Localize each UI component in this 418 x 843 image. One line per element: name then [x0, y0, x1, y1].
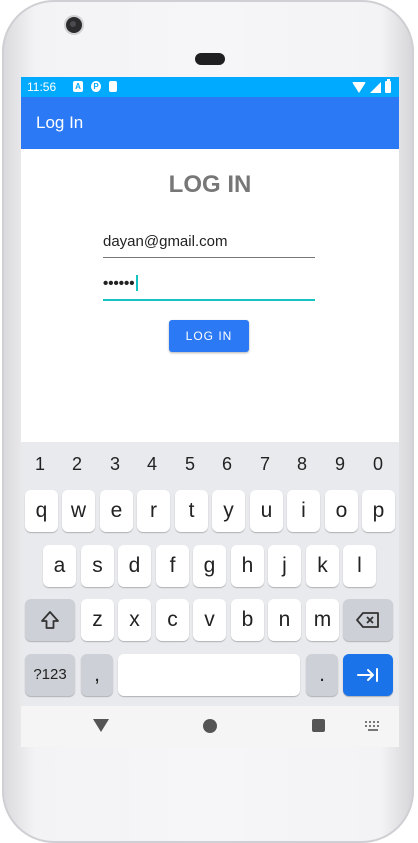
phone-screen: 11:56 A P Log In LOG IN dayan@gmail.com … [21, 77, 399, 747]
key-x[interactable]: x [118, 599, 151, 641]
soft-keyboard: 1 2 3 4 5 6 7 8 9 0 q w e r t y u i o p [21, 442, 399, 706]
key-f[interactable]: f [156, 545, 189, 587]
recents-icon[interactable] [312, 719, 325, 732]
key-p[interactable]: p [362, 490, 395, 532]
system-nav-bar [21, 706, 399, 747]
email-field[interactable]: dayan@gmail.com [103, 233, 315, 258]
shift-key[interactable] [25, 599, 75, 641]
phone-frame: 11:56 A P Log In LOG IN dayan@gmail.com … [2, 0, 414, 843]
notification-p-icon: P [91, 81, 101, 92]
next-field-key[interactable] [343, 654, 393, 696]
key-2[interactable]: 2 [65, 454, 89, 475]
key-6[interactable]: 6 [215, 454, 239, 475]
key-s[interactable]: s [81, 545, 114, 587]
key-n[interactable]: n [268, 599, 301, 641]
key-0[interactable]: 0 [366, 454, 390, 475]
key-w[interactable]: w [62, 490, 95, 532]
key-r[interactable]: r [137, 490, 170, 532]
key-h[interactable]: h [231, 545, 264, 587]
earpiece-speaker [195, 53, 225, 65]
login-form: LOG IN dayan@gmail.com •••••• LOG IN [21, 149, 399, 442]
notification-a-icon: A [73, 81, 83, 92]
symbols-key[interactable]: ?123 [25, 654, 75, 696]
key-g[interactable]: g [193, 545, 226, 587]
backspace-icon [356, 612, 379, 629]
key-v[interactable]: v [193, 599, 226, 641]
key-7[interactable]: 7 [253, 454, 277, 475]
key-m[interactable]: m [306, 599, 339, 641]
key-l[interactable]: l [343, 545, 376, 587]
email-value: dayan@gmail.com [103, 233, 228, 250]
password-value: •••••• [103, 275, 135, 292]
key-t[interactable]: t [175, 490, 208, 532]
period-key[interactable]: . [306, 654, 338, 696]
home-icon[interactable] [203, 719, 217, 733]
key-a[interactable]: a [43, 545, 76, 587]
sd-card-icon [109, 81, 117, 92]
page-title: LOG IN [168, 171, 252, 198]
key-o[interactable]: o [325, 490, 358, 532]
key-8[interactable]: 8 [290, 454, 314, 475]
key-9[interactable]: 9 [328, 454, 352, 475]
keyboard-switch-icon[interactable] [365, 721, 381, 731]
back-icon[interactable] [93, 719, 109, 732]
key-i[interactable]: i [287, 490, 320, 532]
key-e[interactable]: e [100, 490, 133, 532]
login-button[interactable]: LOG IN [169, 320, 249, 352]
signal-icon [370, 81, 381, 93]
key-j[interactable]: j [268, 545, 301, 587]
key-c[interactable]: c [156, 599, 189, 641]
key-4[interactable]: 4 [140, 454, 164, 475]
password-field[interactable]: •••••• [103, 275, 315, 301]
key-u[interactable]: u [250, 490, 283, 532]
status-right-icons [352, 79, 391, 94]
key-b[interactable]: b [231, 599, 264, 641]
status-bar: 11:56 A P [21, 77, 399, 97]
key-5[interactable]: 5 [178, 454, 202, 475]
key-1[interactable]: 1 [28, 454, 52, 475]
backspace-key[interactable] [343, 599, 393, 641]
camera-icon [66, 17, 82, 33]
text-cursor [135, 275, 138, 291]
app-bar: Log In [21, 97, 399, 149]
app-bar-title: Log In [36, 113, 84, 132]
key-d[interactable]: d [118, 545, 151, 587]
number-row: 1 2 3 4 5 6 7 8 9 0 [21, 454, 399, 476]
next-field-icon [357, 668, 378, 683]
key-3[interactable]: 3 [103, 454, 127, 475]
status-time: 11:56 [27, 80, 57, 94]
key-y[interactable]: y [212, 490, 245, 532]
space-key[interactable] [118, 654, 300, 696]
key-q[interactable]: q [25, 490, 58, 532]
key-z[interactable]: z [81, 599, 114, 641]
key-k[interactable]: k [306, 545, 339, 587]
battery-icon [385, 79, 391, 93]
shift-icon [41, 611, 59, 630]
wifi-icon [352, 81, 366, 93]
comma-key[interactable]: , [81, 654, 113, 696]
